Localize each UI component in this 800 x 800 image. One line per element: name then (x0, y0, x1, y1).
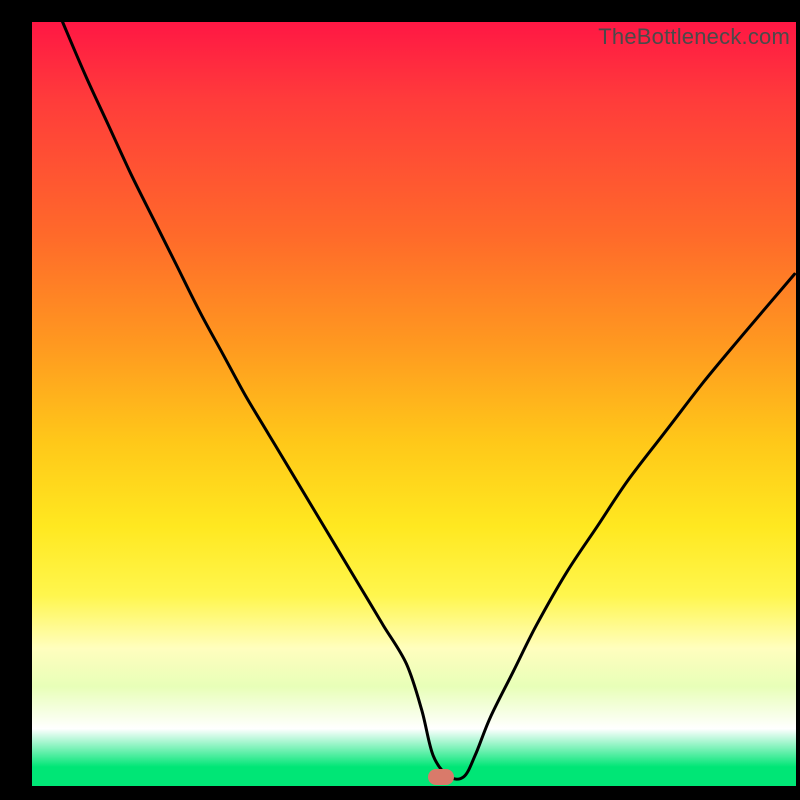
bottleneck-curve (63, 22, 795, 779)
chart-frame: TheBottleneck.com (0, 0, 800, 800)
curve-layer (32, 22, 796, 786)
plot-area: TheBottleneck.com (32, 22, 796, 786)
optimal-marker (428, 769, 454, 785)
